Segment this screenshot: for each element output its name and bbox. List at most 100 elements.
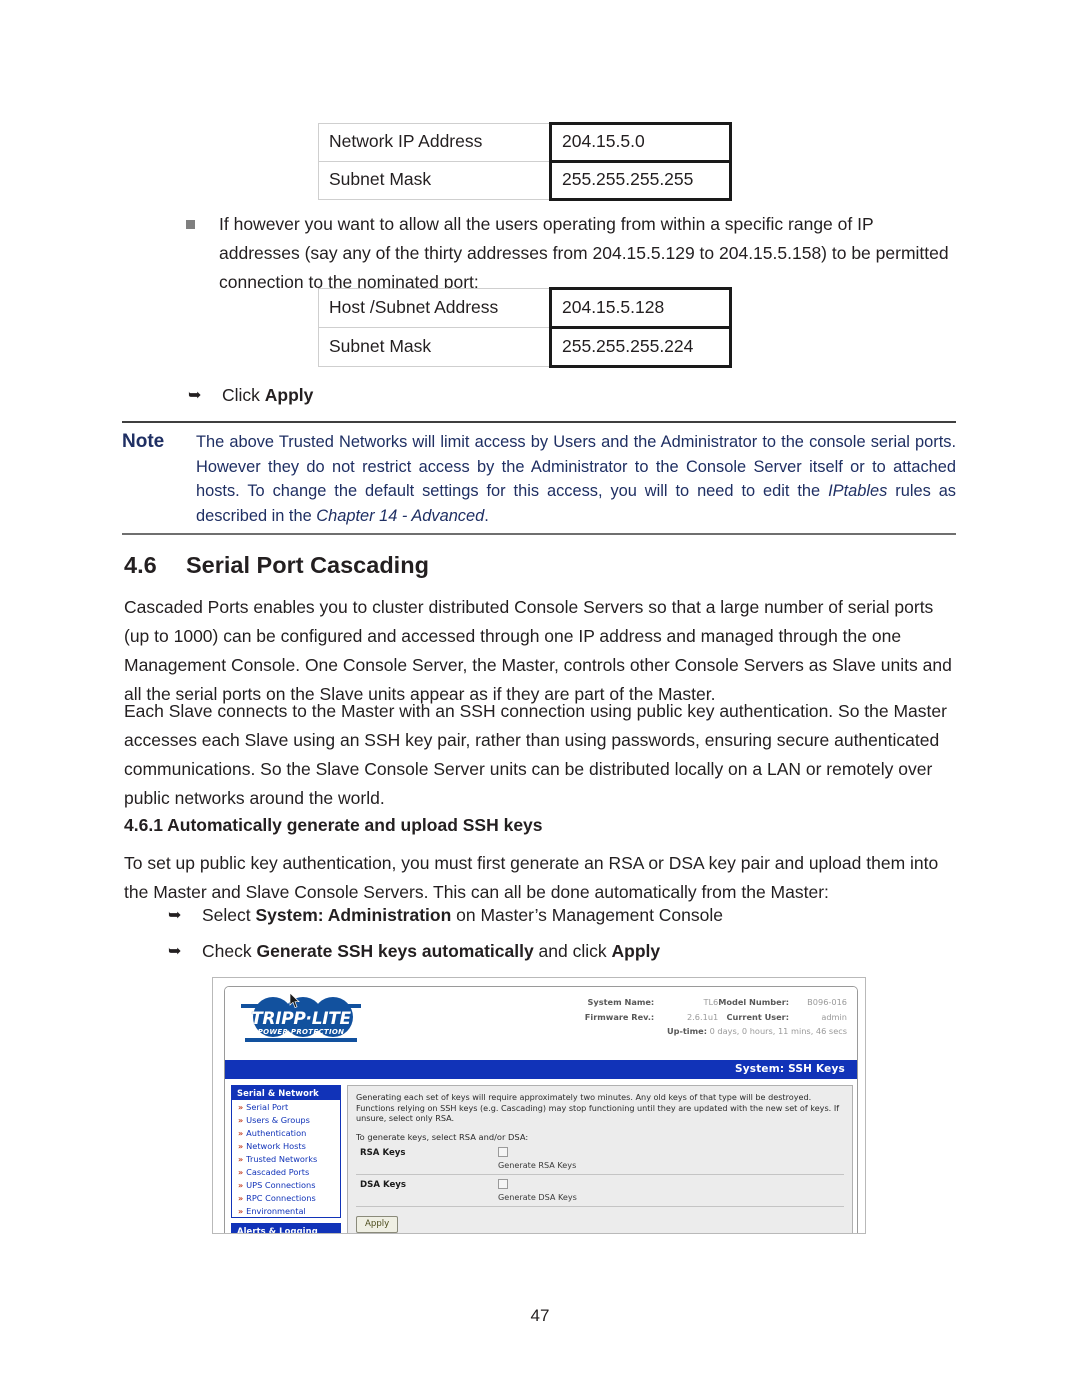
sysinfo-row: Firmware Rev.: 2.6.1u1 Current User: adm… <box>585 1011 847 1026</box>
apply-button-row: Apply <box>356 1211 844 1233</box>
subnet-mask-value-2: 255.255.255.224 <box>549 326 732 368</box>
sidebar-item-ups-connections[interactable]: » UPS Connections <box>232 1178 340 1191</box>
uptime-label: Up-time: <box>666 1026 707 1036</box>
document-page: Network IP Address 204.15.5.0 Subnet Mas… <box>0 0 1080 1397</box>
step-check-generate-keys: ➥ Check Generate SSH keys automatically … <box>168 937 660 966</box>
sidebar-item-authentication[interactable]: » Authentication <box>232 1126 340 1139</box>
table-row: Network IP Address 204.15.5.0 <box>318 122 732 163</box>
mouse-cursor-icon <box>289 993 300 1009</box>
logo-wordmark: TRIPP·LITE <box>251 1009 351 1029</box>
arrow-bullet-icon: ➥ <box>188 387 202 404</box>
paragraph-cascaded-ports: Cascaded Ports enables you to cluster di… <box>124 597 952 704</box>
apply-button[interactable]: Apply <box>356 1215 399 1233</box>
chevron-right-icon: » <box>238 1154 244 1164</box>
subnet-mask-label-2: Subnet Mask <box>318 327 551 367</box>
sysinfo-row: Up-time: 0 days, 0 hours, 11 mins, 46 se… <box>585 1025 847 1040</box>
section-heading-4-6-1: 4.6.1 Automatically generate and upload … <box>124 815 543 835</box>
firmware-value: 2.6.1u1 <box>686 1011 719 1022</box>
paragraph-key-setup: To set up public key authentication, you… <box>124 853 939 902</box>
table-row: Subnet Mask 255.255.255.224 <box>318 326 732 368</box>
sidebar-item-environmental[interactable]: » Environmental <box>232 1204 340 1217</box>
console-page-title: System: SSH Keys <box>225 1060 857 1079</box>
bullet-ip-range: If however you want to allow all the use… <box>186 210 958 297</box>
note-body: The above Trusted Networks will limit ac… <box>196 433 957 525</box>
arrow-bullet-icon: ➥ <box>168 943 182 960</box>
section-heading-4-6: 4.6 Serial Port Cascading <box>124 552 429 579</box>
sidebar-group-header: Serial & Network <box>232 1086 340 1100</box>
ssh-keys-prompt-text: To generate keys, select RSA and/or DSA: <box>356 1131 529 1142</box>
rsa-keys-row: RSA Keys Generate RSA Keys <box>356 1146 844 1175</box>
network-ip-table: Network IP Address 204.15.5.0 Subnet Mas… <box>318 122 732 201</box>
uptime-row: Up-time: 0 days, 0 hours, 11 mins, 46 se… <box>585 1025 847 1040</box>
subnet-mask-value: 255.255.255.255 <box>549 160 732 201</box>
page-number: 47 <box>530 1306 550 1325</box>
section-number: 4.6 <box>124 552 157 578</box>
host-subnet-label: Host /Subnet Address <box>318 288 551 328</box>
table-row: Host /Subnet Address 204.15.5.128 <box>318 287 732 329</box>
step-select-administration-text: Select System: Administration on Master’… <box>202 905 724 925</box>
uptime-value: 0 days, 0 hours, 11 mins, 46 secs <box>709 1026 847 1036</box>
chevron-right-icon: » <box>238 1167 244 1177</box>
system-info-panel: System Name: TL6 Model Number: B096-016 … <box>585 996 847 1040</box>
section-title: Serial Port Cascading <box>186 552 429 578</box>
chevron-right-icon: » <box>238 1141 244 1151</box>
generate-rsa-keys-caption: Generate RSA Keys <box>498 1159 577 1170</box>
chevron-right-icon: » <box>238 1206 244 1216</box>
chevron-right-icon: » <box>238 1115 244 1125</box>
ssh-keys-intro-text: Generating each set of keys will require… <box>356 1092 840 1123</box>
table-row: Subnet Mask 255.255.255.255 <box>318 160 732 201</box>
console-screenshot-figure: TRIPP·LITE POWER PROTECTION System Name:… <box>212 977 866 1234</box>
host-subnet-value: 204.15.5.128 <box>549 287 732 329</box>
generate-dsa-keys-caption: Generate DSA Keys <box>498 1191 577 1202</box>
sidebar-group-serial-network: Serial & Network » Serial Port » Users & G… <box>231 1085 341 1218</box>
sidebar-group-alerts-logging: Alerts & Logging <box>231 1223 341 1233</box>
step-click-apply: ➥ Click Apply <box>188 381 313 410</box>
sidebar-item-users-groups[interactable]: » Users & Groups <box>232 1113 340 1126</box>
chevron-right-icon: » <box>238 1180 244 1190</box>
firmware-label: Firmware Rev.: <box>584 1011 655 1022</box>
sidebar-group-header: Alerts & Logging <box>232 1224 340 1233</box>
note-label: Note <box>122 431 165 452</box>
system-name-label: System Name: <box>587 997 655 1007</box>
host-subnet-table: Host /Subnet Address 204.15.5.128 Subnet… <box>318 287 732 368</box>
model-number-value: B096-016 <box>807 997 847 1007</box>
logo-tagline: POWER PROTECTION <box>257 1028 345 1036</box>
sidebar-item-rpc-connections[interactable]: » RPC Connections <box>232 1191 340 1204</box>
console-window: TRIPP·LITE POWER PROTECTION System Name:… <box>224 986 858 1233</box>
model-number-label: Model Number: <box>718 997 789 1007</box>
current-user-value: admin <box>821 1011 847 1022</box>
note-bottom-rule <box>122 533 956 535</box>
current-user-label: Current User: <box>726 1011 789 1022</box>
chevron-right-icon: » <box>238 1102 244 1112</box>
system-name-value: TL6 <box>703 997 719 1007</box>
network-ip-value: 204.15.5.0 <box>549 122 732 163</box>
console-main-panel: Generating each set of keys will require… <box>347 1085 853 1233</box>
rsa-keys-label: RSA Keys <box>360 1147 406 1158</box>
network-ip-label: Network IP Address <box>318 123 551 162</box>
console-body: Serial & Network » Serial Port » Users & G… <box>225 1079 857 1233</box>
sidebar-item-trusted-networks[interactable]: » Trusted Networks <box>232 1152 340 1165</box>
step-click-apply-text: Click Apply <box>222 385 314 405</box>
dsa-keys-row: DSA Keys Generate DSA Keys <box>356 1178 844 1207</box>
arrow-bullet-icon: ➥ <box>168 907 182 924</box>
step-select-administration: ➥ Select System: Administration on Maste… <box>168 901 723 930</box>
bullet-ip-range-text: If however you want to allow all the use… <box>219 214 949 292</box>
subnet-mask-label: Subnet Mask <box>318 161 551 200</box>
sidebar-item-serial-port[interactable]: » Serial Port <box>232 1100 340 1113</box>
sidebar-item-network-hosts[interactable]: » Network Hosts <box>232 1139 340 1152</box>
note-callout: Note The above Trusted Networks will lim… <box>122 421 956 535</box>
step-check-generate-keys-text: Check Generate SSH keys automatically an… <box>202 941 661 961</box>
console-sidebar: Serial & Network » Serial Port » Users & G… <box>229 1085 341 1233</box>
generate-rsa-keys-checkbox[interactable] <box>498 1146 508 1157</box>
chevron-right-icon: » <box>238 1193 244 1203</box>
dsa-keys-label: DSA Keys <box>360 1179 407 1190</box>
console-header: TRIPP·LITE POWER PROTECTION System Name:… <box>225 987 857 1060</box>
logo-bottom-bar <box>245 1038 357 1042</box>
paragraph-slave-master: Each Slave connects to the Master with a… <box>124 701 947 808</box>
chevron-right-icon: » <box>238 1128 244 1138</box>
sidebar-item-cascaded-ports[interactable]: » Cascaded Ports <box>232 1165 340 1178</box>
square-bullet-icon <box>186 220 195 229</box>
sysinfo-row: System Name: TL6 Model Number: B096-016 <box>585 996 847 1011</box>
tripp-lite-logo: TRIPP·LITE POWER PROTECTION <box>239 993 363 1047</box>
generate-dsa-keys-checkbox[interactable] <box>498 1178 508 1189</box>
